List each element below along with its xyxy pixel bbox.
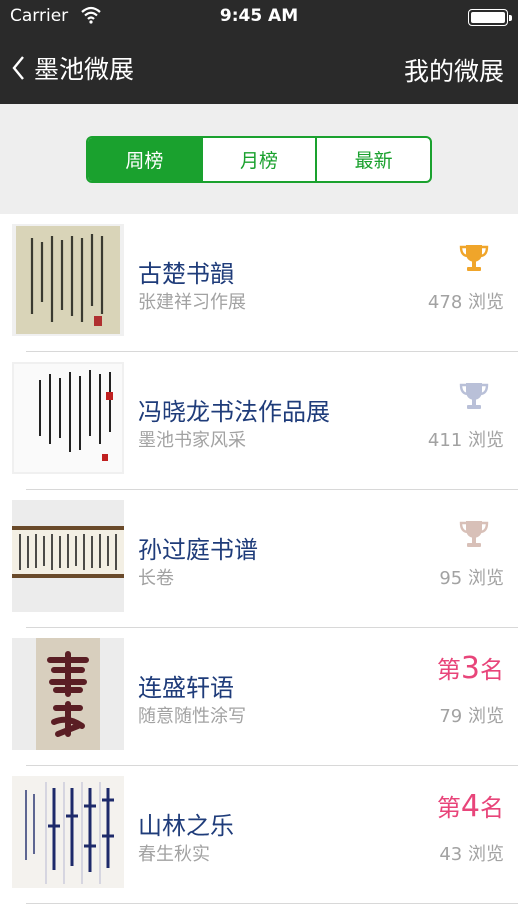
exhibition-subtitle: 墨池书家风采 xyxy=(138,430,246,451)
exhibition-thumbnail xyxy=(12,776,124,888)
my-exhibitions-button[interactable]: 我的微展 xyxy=(404,52,504,88)
view-count: 95 浏览 xyxy=(439,568,504,589)
segmented-control: 周榜 月榜 最新 xyxy=(86,136,432,183)
exhibition-title: 连盛轩语 xyxy=(138,674,234,702)
exhibition-subtitle: 春生秋实 xyxy=(138,844,210,865)
navigation-bar: Carrier 9:45 AM 墨池微展 我的微展 xyxy=(0,0,518,104)
rank-label: 第3名 xyxy=(436,651,504,686)
exhibition-thumbnail xyxy=(12,224,124,336)
view-count: 478 浏览 xyxy=(427,292,504,313)
exhibition-thumbnail xyxy=(12,638,124,750)
exhibition-title: 古楚书韻 xyxy=(138,260,234,288)
exhibition-subtitle: 随意随性涂写 xyxy=(138,706,246,727)
exhibition-subtitle: 张建祥习作展 xyxy=(138,292,246,313)
exhibition-title: 山林之乐 xyxy=(138,812,234,840)
list-item[interactable]: 山林之乐 春生秋实 第4名 43 浏览 xyxy=(0,766,518,904)
view-count: 411 浏览 xyxy=(427,430,504,451)
exhibition-thumbnail xyxy=(12,500,124,612)
trophy-bronze-icon xyxy=(459,521,489,547)
list-item[interactable]: 孙过庭书谱 长卷 95 浏览 xyxy=(0,490,518,628)
chevron-left-icon xyxy=(12,56,24,80)
status-bar: Carrier 9:45 AM xyxy=(0,0,518,34)
tab-latest[interactable]: 最新 xyxy=(315,138,430,181)
divider xyxy=(26,903,518,904)
trophy-silver-icon xyxy=(459,383,489,409)
battery-icon xyxy=(468,9,512,26)
list-item[interactable]: 连盛轩语 随意随性涂写 第3名 79 浏览 xyxy=(0,628,518,766)
rank-label: 第4名 xyxy=(436,789,504,824)
trophy-gold-icon xyxy=(459,245,489,271)
list-item[interactable]: 冯晓龙书法作品展 墨池书家风采 411 浏览 xyxy=(0,352,518,490)
back-button[interactable]: 墨池微展 xyxy=(8,50,134,86)
exhibition-thumbnail xyxy=(12,362,124,474)
tab-monthly[interactable]: 月榜 xyxy=(200,138,316,181)
exhibition-list: 古楚书韻 张建祥习作展 478 浏览 冯晓龙书法作品展 墨池书家风采 411 浏… xyxy=(0,214,518,904)
view-count: 79 浏览 xyxy=(439,706,504,727)
exhibition-subtitle: 长卷 xyxy=(138,568,174,589)
tab-weekly[interactable]: 周榜 xyxy=(88,138,201,181)
exhibition-title: 孙过庭书谱 xyxy=(138,536,258,564)
back-label: 墨池微展 xyxy=(34,55,135,84)
view-count: 43 浏览 xyxy=(439,844,504,865)
clock: 9:45 AM xyxy=(219,6,299,26)
exhibition-title: 冯晓龙书法作品展 xyxy=(138,398,330,426)
list-item[interactable]: 古楚书韻 张建祥习作展 478 浏览 xyxy=(0,214,518,352)
ranking-filter-area: 周榜 月榜 最新 xyxy=(0,104,518,214)
